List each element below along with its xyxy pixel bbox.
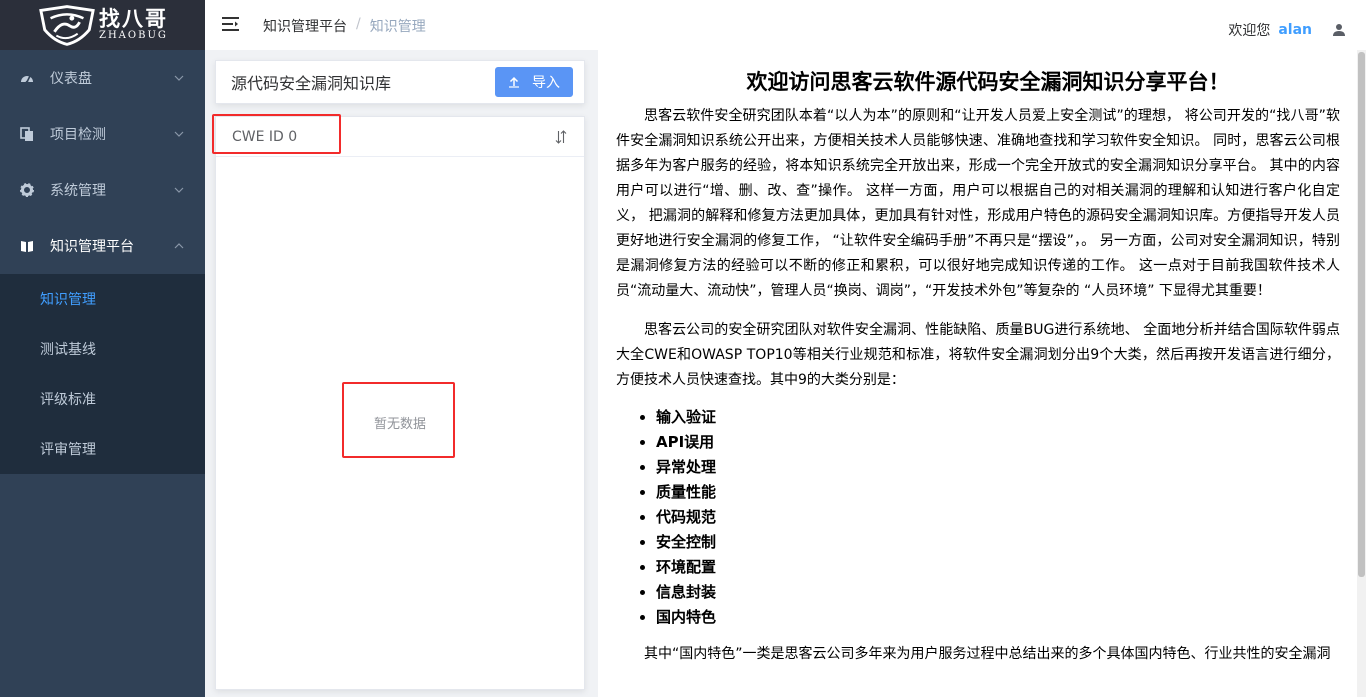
username[interactable]: alan [1278,22,1312,38]
chevron-down-icon [174,187,184,193]
logo[interactable]: 找八哥 ZHAOBUG [0,0,205,50]
scrollbar-thumb[interactable] [1358,52,1365,577]
chevron-down-icon [174,131,184,137]
category-item: 输入验证 [656,405,1366,430]
top-navbar: 知识管理平台 / 知识管理 欢迎您 alan [205,0,1366,50]
category-item: 国内特色 [656,605,1366,630]
logo-subtitle: ZHAOBUG [99,30,168,41]
submenu-item-rating-standard[interactable]: 评级标准 [0,374,205,424]
menu-label-system-management: 系统管理 [50,183,106,199]
content-scrollbar[interactable] [1357,50,1366,697]
menu-item-project-detection[interactable]: 项目检测 [0,106,205,162]
category-item: 信息封装 [656,580,1366,605]
submenu-item-review-management[interactable]: 评审管理 [0,424,205,474]
logo-emblem-icon [37,4,97,46]
user-icon[interactable] [1332,23,1346,37]
welcome-text: 欢迎您 [1228,23,1271,39]
knowledge-submenu: 知识管理 测试基线 评级标准 评审管理 [0,274,205,474]
menu-item-system-management[interactable]: 系统管理 [0,162,205,218]
category-item: 环境配置 [656,555,1366,580]
knowledge-base-title: 源代码安全漏洞知识库 [231,74,392,93]
category-item: 安全控制 [656,530,1366,555]
menu-label-knowledge-platform: 知识管理平台 [50,239,134,255]
import-button[interactable]: 导入 [495,67,573,97]
category-item: API误用 [656,430,1366,455]
menu-item-dashboard[interactable]: 仪表盘 [0,50,205,106]
empty-state-text: 暂无数据 [373,417,426,432]
chevron-up-icon [174,243,184,249]
submenu-item-knowledge-management[interactable]: 知识管理 [0,274,205,324]
category-item: 质量性能 [656,480,1366,505]
cwe-id-label: CWE ID 0 [232,128,298,145]
menu-label-dashboard: 仪表盘 [50,71,92,87]
breadcrumb-item-platform[interactable]: 知识管理平台 [263,16,347,36]
breadcrumb: 知识管理平台 / 知识管理 [263,16,426,36]
welcome-content: 欢迎访问思客云软件源代码安全漏洞知识分享平台！ 思客云软件安全研究团队本着“以人… [598,50,1366,697]
breadcrumb-separator: / [356,16,361,32]
copy-icon [20,127,34,141]
menu-toggle-icon[interactable] [222,17,239,31]
chevron-down-icon [174,75,184,81]
category-item: 代码规范 [656,505,1366,530]
book-icon [20,239,34,253]
sidebar: 找八哥 ZHAOBUG 仪表盘 项目检测 系统管理 知识管理平台 知识管理 测试… [0,0,205,697]
submenu-item-test-baseline[interactable]: 测试基线 [0,324,205,374]
category-list: 输入验证 API误用 异常处理 质量性能 代码规范 安全控制 环境配置 信息封装… [636,405,1366,630]
menu-label-project-detection: 项目检测 [50,127,106,143]
category-item: 异常处理 [656,455,1366,480]
domestic-paragraph: 其中“国内特色”一类是思客云公司多年来为用户服务过程中总结出来的多个具体国内特色… [644,646,1331,662]
sort-icon[interactable] [554,129,568,144]
cwe-list-panel: CWE ID 0 暂无数据 [215,116,585,690]
classification-paragraph: 思客云公司的安全研究团队对软件安全漏洞、性能缺陷、质量BUG进行系统地、 全面地… [616,322,1340,388]
upload-icon [509,76,519,88]
menu-item-knowledge-platform[interactable]: 知识管理平台 [0,218,205,274]
knowledge-base-header: 源代码安全漏洞知识库 导入 [215,60,585,104]
breadcrumb-item-current: 知识管理 [369,19,426,35]
welcome-title: 欢迎访问思客云软件源代码安全漏洞知识分享平台！ [746,70,1230,94]
import-button-label: 导入 [532,74,560,90]
user-area: 欢迎您 alan [1228,20,1346,40]
gear-icon [20,183,34,197]
dashboard-icon [20,71,34,85]
intro-paragraph: 思客云软件安全研究团队本着“以人为本”的原则和“让开发人员爱上安全测试”的理想，… [616,108,1340,299]
logo-title: 找八哥 [99,7,168,31]
cwe-list-header[interactable]: CWE ID 0 [216,117,584,157]
